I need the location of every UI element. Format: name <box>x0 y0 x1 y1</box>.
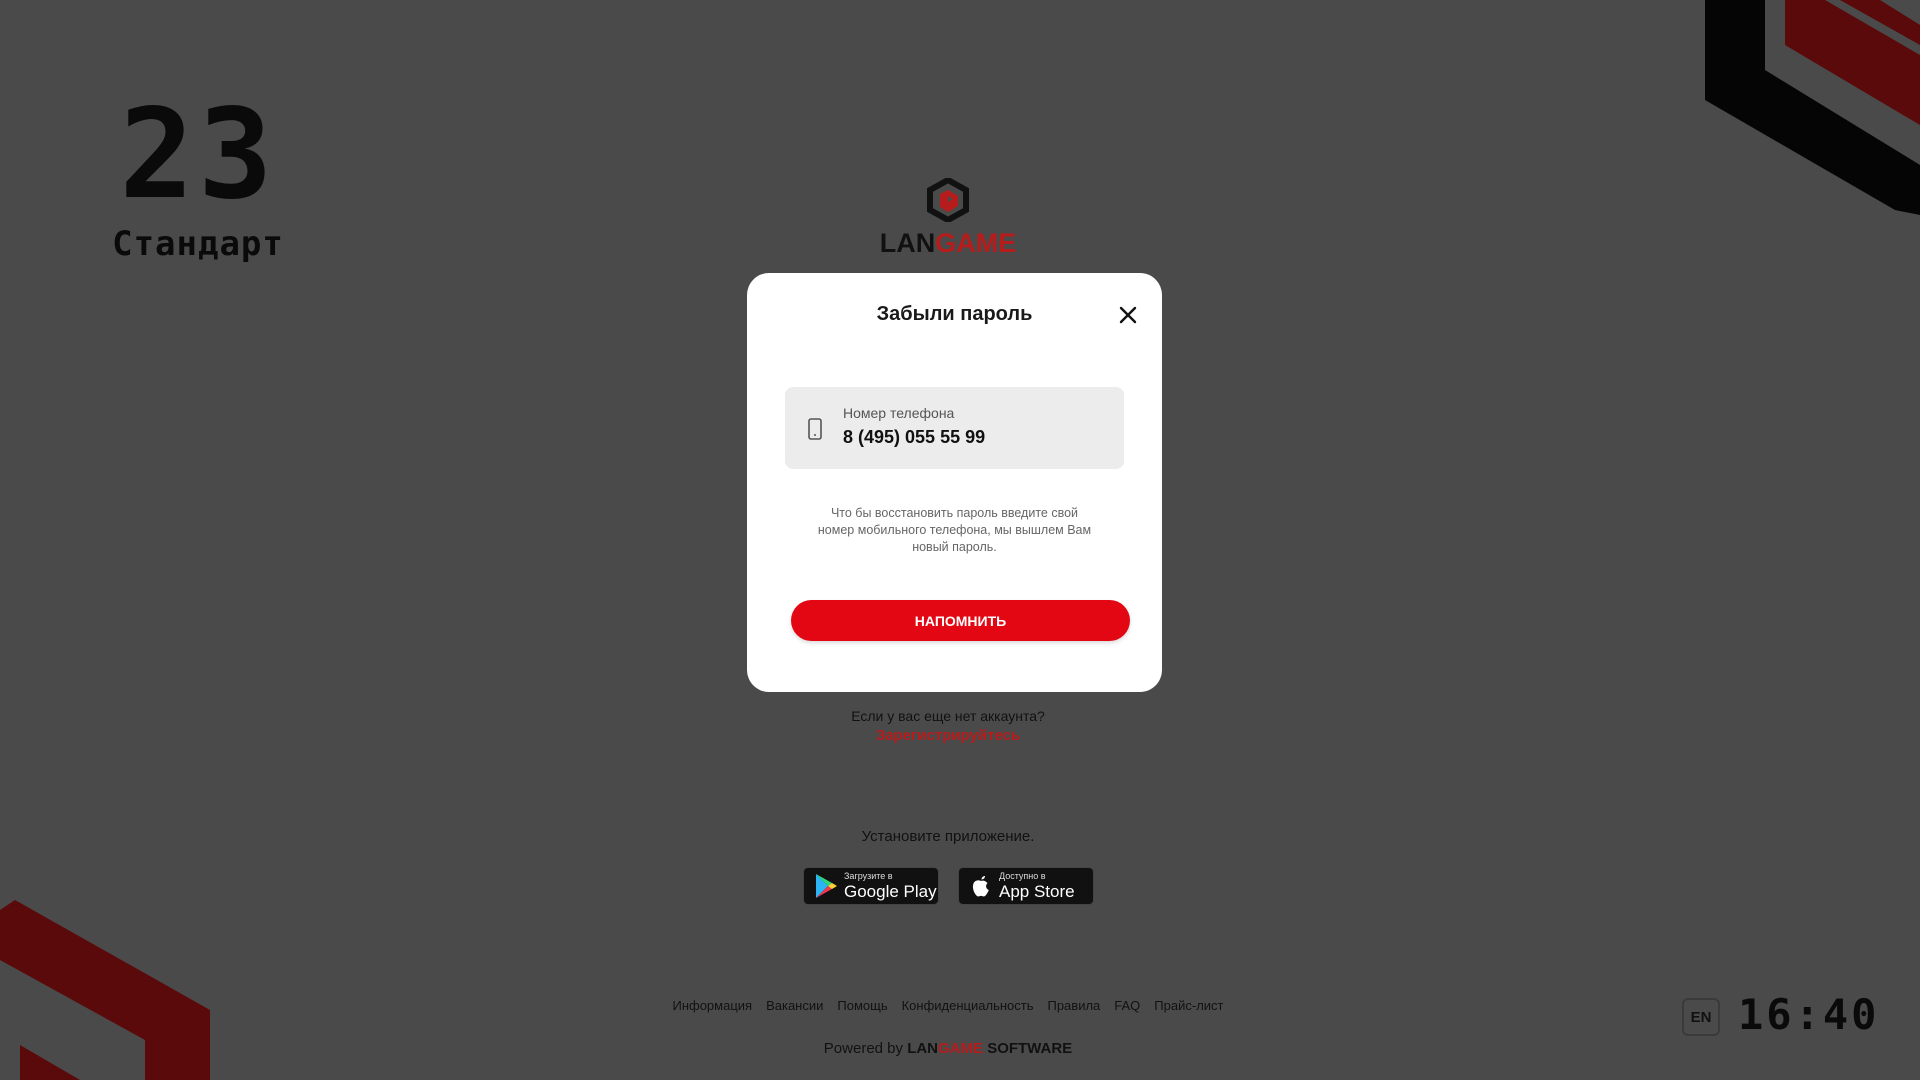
app-store-small-text: Доступно в <box>999 871 1046 881</box>
phone-input[interactable] <box>843 427 1103 448</box>
powered-brand-lan: LAN <box>907 1040 939 1057</box>
logo-text-lan: LAN <box>879 228 936 258</box>
google-play-icon <box>814 873 838 899</box>
google-play-big-text: Google Play <box>844 882 937 901</box>
footer-link-faq[interactable]: FAQ <box>1114 998 1140 1013</box>
langame-logo-icon <box>926 176 970 224</box>
register-link[interactable]: Зарегистрируйтесь <box>760 727 1136 744</box>
station-tariff: Стандарт <box>112 224 284 264</box>
station-info: 23 Стандарт <box>98 90 298 264</box>
close-icon[interactable] <box>1116 303 1140 327</box>
langame-logo: LANGAME <box>878 176 1018 259</box>
footer-link-info[interactable]: Информация <box>672 998 752 1013</box>
footer-link-rules[interactable]: Правила <box>1047 998 1100 1013</box>
powered-brand-software: SOFTWARE <box>987 1040 1073 1057</box>
powered-prefix: Powered by <box>823 1040 904 1057</box>
footer-link-help[interactable]: Помощь <box>837 998 887 1013</box>
install-app-text: Установите приложение. <box>861 828 1035 845</box>
phone-field-label: Номер телефона <box>843 405 955 421</box>
remind-button[interactable]: НАПОМНИТЬ <box>791 600 1130 641</box>
corner-decoration-bottom-left <box>0 900 215 1080</box>
station-number: 23 <box>119 83 277 227</box>
app-store-button[interactable]: Доступно в App Store <box>958 867 1094 905</box>
phone-field[interactable]: Номер телефона <box>785 387 1124 469</box>
no-account-text: Если у вас еще нет аккаунта? <box>851 708 1045 724</box>
clock: 16:40 <box>1738 990 1880 1039</box>
app-store-big-text: App Store <box>999 882 1075 901</box>
powered-brand-game: GAME <box>938 1040 984 1057</box>
google-play-button[interactable]: Загрузите в Google Play <box>803 867 939 905</box>
footer-links: Информация Вакансии Помощь Конфиденциаль… <box>660 998 1236 1013</box>
powered-by: Powered by LANGAME SOFTWARE <box>760 1040 1136 1057</box>
footer-link-price-list[interactable]: Прайс-лист <box>1154 998 1223 1013</box>
language-button[interactable]: EN <box>1682 998 1720 1036</box>
smartphone-icon <box>807 417 823 441</box>
logo-text-game: GAME <box>935 228 1017 258</box>
forgot-password-modal: Забыли пароль Номер телефона Что бы восс… <box>747 273 1162 692</box>
footer-link-privacy[interactable]: Конфиденциальность <box>902 998 1034 1013</box>
modal-title: Забыли пароль <box>876 303 1033 325</box>
corner-decoration-top-right <box>1705 0 1920 215</box>
recovery-hint: Что бы восстановить пароль введите свой … <box>817 506 1092 554</box>
google-play-small-text: Загрузите в <box>844 871 893 881</box>
footer-link-vacancies[interactable]: Вакансии <box>766 998 823 1013</box>
apple-icon <box>969 873 993 899</box>
